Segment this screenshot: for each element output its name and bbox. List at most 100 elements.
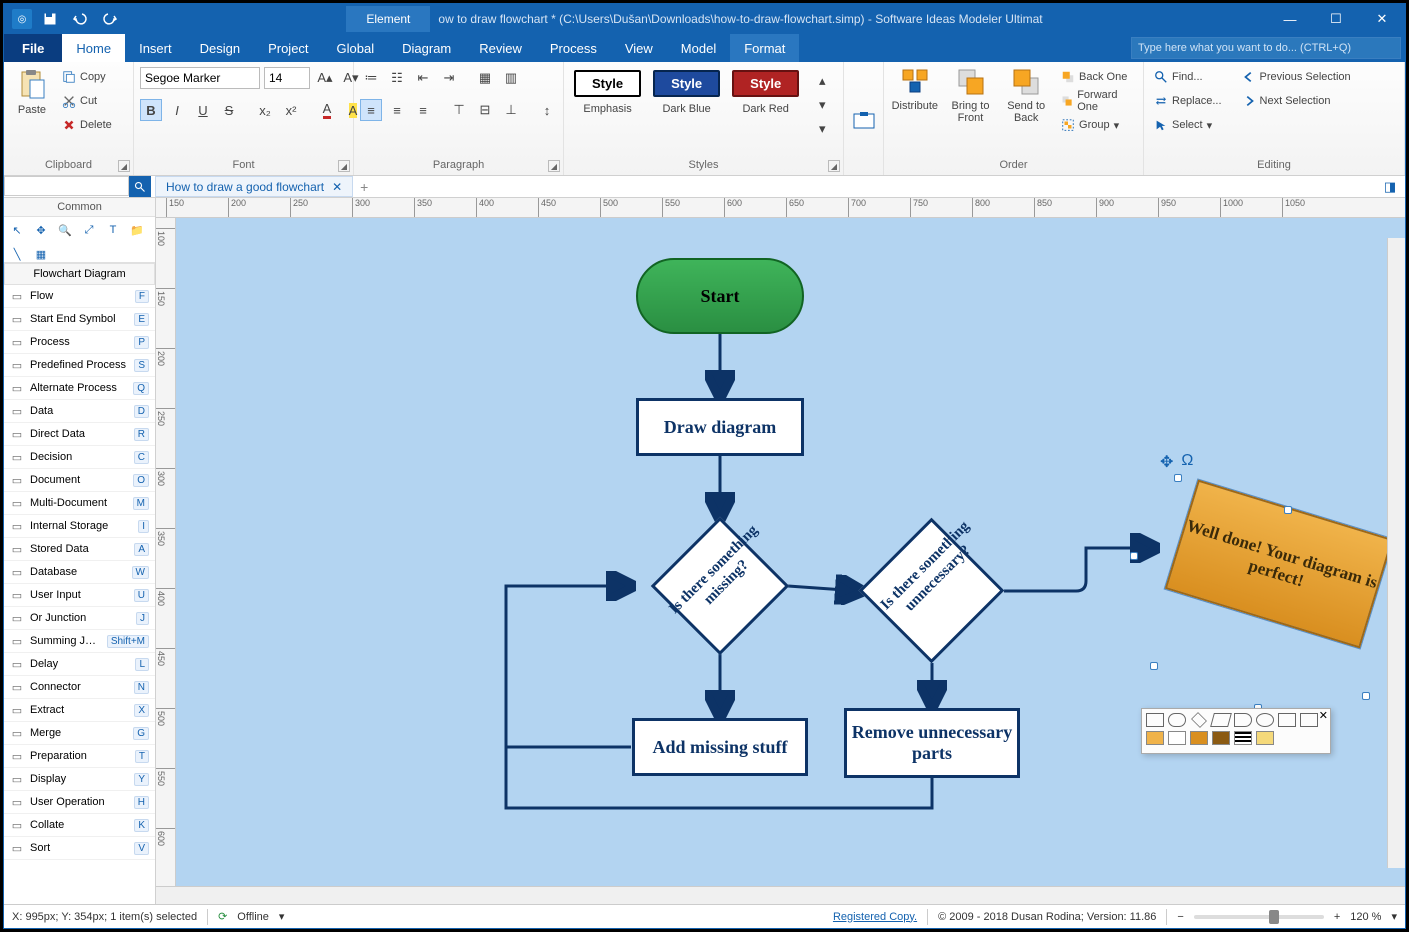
mini-shape-roundrect[interactable]: [1168, 713, 1186, 727]
back-one-button[interactable]: Back One: [1057, 66, 1137, 88]
pointer-tool-icon[interactable]: ↖: [8, 221, 26, 239]
zoom-thumb[interactable]: [1269, 910, 1279, 924]
toolbox-item[interactable]: ▭PreparationT: [4, 745, 155, 768]
bullets-button[interactable]: ≔: [360, 67, 382, 89]
send-to-back-button[interactable]: Send to Back: [1001, 66, 1051, 124]
bold-button[interactable]: B: [140, 99, 162, 121]
replace-button[interactable]: Replace...: [1150, 90, 1226, 112]
mini-shape-rect[interactable]: [1146, 713, 1164, 727]
font-size-select[interactable]: [264, 67, 310, 89]
pane-toggle-icon[interactable]: ◨: [1379, 176, 1401, 198]
dist-v-icon[interactable]: ▥: [500, 67, 522, 89]
menu-project[interactable]: Project: [254, 34, 322, 62]
mini-shape-doc-icon[interactable]: [1278, 713, 1296, 727]
mini-color-3[interactable]: [1190, 731, 1208, 745]
menu-home[interactable]: Home: [62, 34, 125, 62]
zoom-tool-icon[interactable]: 🔍: [56, 221, 74, 239]
ribbon-search[interactable]: [1131, 34, 1401, 62]
mini-color-4[interactable]: [1212, 731, 1230, 745]
increase-font-icon[interactable]: A▴: [314, 67, 336, 89]
style-emphasis-button[interactable]: Style: [574, 70, 641, 97]
superscript-button[interactable]: x²: [280, 99, 302, 121]
subscript-button[interactable]: x₂: [254, 99, 276, 121]
toolbox-item[interactable]: ▭DataD: [4, 400, 155, 423]
mini-toolbar[interactable]: ✕: [1141, 708, 1331, 754]
style-darkred-button[interactable]: Style: [732, 70, 799, 97]
ribbon-search-input[interactable]: [1131, 37, 1401, 59]
redo-icon[interactable]: [98, 7, 122, 31]
valign-middle-button[interactable]: ⊟: [474, 99, 496, 121]
menu-diagram[interactable]: Diagram: [388, 34, 465, 62]
align-left-button[interactable]: ≡: [360, 99, 382, 121]
outdent-button[interactable]: ⇤: [412, 67, 434, 89]
zoom-value[interactable]: 120 %: [1350, 911, 1381, 923]
styles-launcher-icon[interactable]: ◢: [828, 160, 840, 172]
font-launcher-icon[interactable]: ◢: [338, 160, 350, 172]
mini-shape-multi-icon[interactable]: [1300, 713, 1318, 727]
grid-tool-icon[interactable]: ▦: [32, 245, 50, 263]
distribute-button[interactable]: Distribute: [890, 66, 940, 112]
forward-one-button[interactable]: Forward One: [1057, 90, 1137, 112]
toolbox-item[interactable]: ▭ConnectorN: [4, 676, 155, 699]
scrollbar-horizontal[interactable]: [156, 886, 1405, 904]
font-color-button[interactable]: A: [316, 99, 338, 121]
qa-save-icon[interactable]: [38, 7, 62, 31]
align-right-button[interactable]: ≡: [412, 99, 434, 121]
toolbox-item[interactable]: ▭User OperationH: [4, 791, 155, 814]
toolbox-item[interactable]: ▭FlowF: [4, 285, 155, 308]
style-darkblue-button[interactable]: Style: [653, 70, 720, 97]
toolbox-item[interactable]: ▭ProcessP: [4, 331, 155, 354]
flowchart-start-shape[interactable]: Start: [636, 258, 804, 334]
underline-button[interactable]: U: [192, 99, 214, 121]
menu-review[interactable]: Review: [465, 34, 536, 62]
zoom-in-icon[interactable]: +: [1334, 911, 1340, 923]
menu-insert[interactable]: Insert: [125, 34, 186, 62]
select-button[interactable]: Select ▾: [1150, 114, 1226, 136]
move-tool-icon[interactable]: ✥: [32, 221, 50, 239]
quick-search-input[interactable]: [4, 176, 129, 196]
scrollbar-vertical[interactable]: [1387, 238, 1405, 868]
numbering-button[interactable]: ☷: [386, 67, 408, 89]
strikethrough-button[interactable]: S: [218, 99, 240, 121]
align-center-button[interactable]: ≡: [386, 99, 408, 121]
toolbox-item[interactable]: ▭Predefined ProcessS: [4, 354, 155, 377]
flowchart-decision-unnecessary[interactable]: Is there something unnecessary?: [859, 518, 1004, 663]
zoom-out-icon[interactable]: −: [1177, 911, 1183, 923]
ribbon-snapshot[interactable]: [844, 62, 884, 175]
search-icon[interactable]: [129, 176, 151, 197]
folder-tool-icon[interactable]: 📁: [128, 221, 146, 239]
indent-button[interactable]: ⇥: [438, 67, 460, 89]
mini-toolbar-close-icon[interactable]: ✕: [1319, 709, 1328, 722]
undo-icon[interactable]: [68, 7, 92, 31]
rotate-handle-icon[interactable]: Ω: [1181, 452, 1193, 472]
paragraph-launcher-icon[interactable]: ◢: [548, 160, 560, 172]
mini-shape-parallelogram[interactable]: [1210, 713, 1232, 727]
flowchart-decision-missing[interactable]: Is there something missing?: [652, 518, 788, 654]
resize-handle[interactable]: [1174, 474, 1182, 482]
valign-top-button[interactable]: ⊤: [448, 99, 470, 121]
toolbox-item[interactable]: ▭CollateK: [4, 814, 155, 837]
mini-shape-ellipse[interactable]: [1256, 713, 1274, 727]
toolbox-item[interactable]: ▭DocumentO: [4, 469, 155, 492]
group-button[interactable]: Group ▾: [1057, 114, 1137, 136]
flowchart-process-add[interactable]: Add missing stuff: [632, 718, 808, 776]
status-registered-link[interactable]: Registered Copy.: [833, 911, 917, 923]
minimize-button[interactable]: —: [1267, 4, 1313, 34]
style-prev-icon[interactable]: ▴: [811, 70, 833, 92]
toolbox-item[interactable]: ▭Stored DataA: [4, 538, 155, 561]
clipboard-launcher-icon[interactable]: ◢: [118, 160, 130, 172]
resize-handle[interactable]: [1130, 552, 1138, 560]
bring-to-front-button[interactable]: Bring to Front: [946, 66, 996, 124]
toolbox-item[interactable]: ▭Start End SymbolE: [4, 308, 155, 331]
toolbox-item[interactable]: ▭ExtractX: [4, 699, 155, 722]
toolbox-item[interactable]: ▭DatabaseW: [4, 561, 155, 584]
menu-global[interactable]: Global: [323, 34, 389, 62]
italic-button[interactable]: I: [166, 99, 188, 121]
mini-color-2[interactable]: [1168, 731, 1186, 745]
toolbox-item[interactable]: ▭Or JunctionJ: [4, 607, 155, 630]
add-tab-icon[interactable]: +: [353, 176, 375, 197]
diagram-canvas[interactable]: Start Draw diagram Is there something mi…: [176, 218, 1405, 886]
close-button[interactable]: ✕: [1359, 4, 1405, 34]
zoom-dropdown-icon[interactable]: ▾: [1391, 910, 1397, 923]
toolbox-item[interactable]: ▭SortV: [4, 837, 155, 860]
